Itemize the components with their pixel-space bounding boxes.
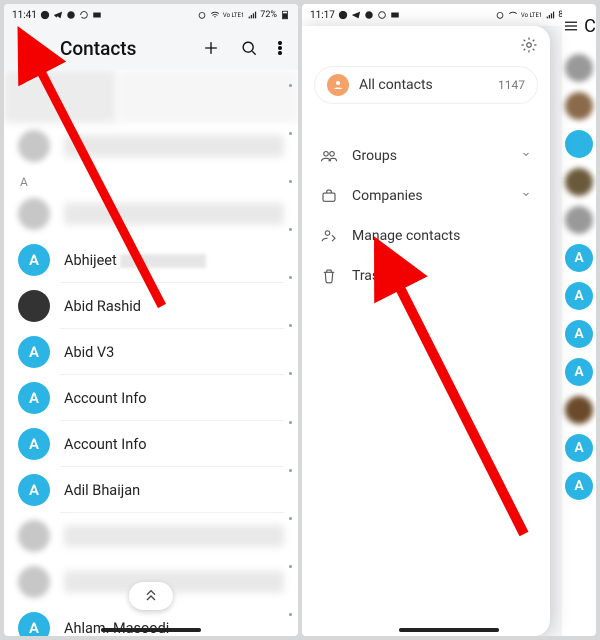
search-icon [239, 38, 259, 58]
chat-icon [364, 10, 374, 20]
contact-name: Abhijeet [64, 252, 206, 269]
status-net: Vo LTE1 [521, 12, 542, 19]
alarm-icon [495, 10, 505, 20]
contact-row[interactable]: A Abhijeet [4, 237, 298, 283]
drawer-all-count: 1147 [498, 78, 525, 92]
blurred-contact-row [4, 191, 298, 237]
drawer-trash-label: Trash [352, 268, 387, 284]
menu-button[interactable] [12, 31, 46, 65]
wifi-icon [508, 10, 518, 20]
contact-avatar: A [18, 428, 50, 460]
collapse-fab[interactable] [129, 582, 173, 610]
contact-name: Abid Rashid [64, 298, 141, 315]
contact-avatar: A [18, 244, 50, 276]
phone-left: 11:41 Vo LTE1 72% Contacts [4, 4, 298, 636]
signal-icon [545, 10, 555, 20]
drawer-groups-label: Groups [352, 148, 397, 164]
battery-icon [280, 10, 290, 20]
expand-companies[interactable] [520, 188, 532, 204]
drawer-trash[interactable]: Trash [302, 256, 550, 296]
background-contacts-strip: C A A A A A A [562, 4, 596, 636]
search-button[interactable] [232, 31, 266, 65]
contact-avatar: A [18, 474, 50, 506]
contact-row[interactable]: A Account Info [4, 421, 298, 467]
gear-icon [520, 36, 538, 54]
contact-row[interactable]: A Abid V3 [4, 329, 298, 375]
more-button[interactable] [270, 31, 290, 65]
sync-icon [79, 10, 89, 20]
whatsapp-icon [338, 10, 348, 20]
section-letter: A [4, 169, 298, 191]
telegram-icon [53, 10, 63, 20]
drawer-all-contacts[interactable]: All contacts 1147 [314, 66, 538, 104]
chevron-up-icon [143, 588, 159, 604]
nav-drawer: All contacts 1147 Groups Companies Manag… [302, 26, 550, 636]
contact-name: Abid V3 [64, 344, 114, 361]
briefcase-icon [320, 187, 338, 205]
drawer-companies[interactable]: Companies [302, 176, 550, 216]
groups-icon [320, 147, 338, 165]
status-bar: 11:41 Vo LTE1 72% [4, 4, 298, 26]
status-time: 11:41 [12, 10, 37, 21]
contact-avatar: A [18, 382, 50, 414]
nav-indicator [399, 628, 499, 632]
contacts-list[interactable]: A A Abhijeet Abid Rashid A Abid V3 A Acc… [4, 70, 298, 636]
contact-row[interactable]: Abid Rashid [4, 283, 298, 329]
alarm-icon [197, 10, 207, 20]
contact-row[interactable]: A Account Info [4, 375, 298, 421]
telegram-icon [351, 10, 361, 20]
contact-row[interactable]: A Adil Bhaijan [4, 467, 298, 513]
whatsapp-icon [40, 10, 50, 20]
app-header: Contacts [4, 26, 298, 70]
trash-icon [320, 267, 338, 285]
chevron-down-icon [520, 148, 532, 160]
phone-right: 11:17 Vo LTE1 82% C A A [302, 4, 596, 636]
mail-icon [390, 10, 400, 20]
add-contact-button[interactable] [194, 31, 228, 65]
contact-avatar: A [18, 612, 50, 636]
expand-groups[interactable] [520, 148, 532, 164]
status-bar: 11:17 Vo LTE1 82% [302, 4, 596, 26]
blurred-profile-row [4, 70, 298, 123]
blurred-contact-row [4, 513, 298, 559]
hamburger-icon [562, 17, 580, 35]
more-vertical-icon [270, 38, 290, 58]
contact-name: Account Info [64, 436, 147, 453]
wifi-icon [210, 10, 220, 20]
status-battery: 72% [260, 10, 277, 20]
drawer-companies-label: Companies [352, 188, 423, 204]
sync-icon [377, 10, 387, 20]
contact-avatar: A [18, 336, 50, 368]
plus-icon [201, 38, 221, 58]
signal-icon [247, 10, 257, 20]
contact-name: Adil Bhaijan [64, 482, 140, 499]
chevron-down-icon [520, 188, 532, 200]
drawer-all-label: All contacts [359, 77, 433, 93]
person-icon [327, 74, 349, 96]
blurred-contact-row [4, 123, 298, 169]
drawer-groups[interactable]: Groups [302, 136, 550, 176]
status-time: 11:17 [310, 10, 335, 21]
contact-avatar [18, 290, 50, 322]
nav-indicator [101, 628, 201, 632]
mail-icon [92, 10, 102, 20]
manage-contacts-icon [320, 227, 338, 245]
settings-button[interactable] [302, 36, 550, 60]
chat-icon [66, 10, 76, 20]
status-net: Vo LTE1 [223, 12, 244, 19]
hamburger-icon [19, 38, 39, 58]
alpha-scrollbar[interactable] [284, 84, 296, 616]
page-title: Contacts [60, 37, 190, 60]
contact-name: Account Info [64, 390, 147, 407]
drawer-manage-contacts[interactable]: Manage contacts [302, 216, 550, 256]
drawer-manage-label: Manage contacts [352, 228, 460, 244]
